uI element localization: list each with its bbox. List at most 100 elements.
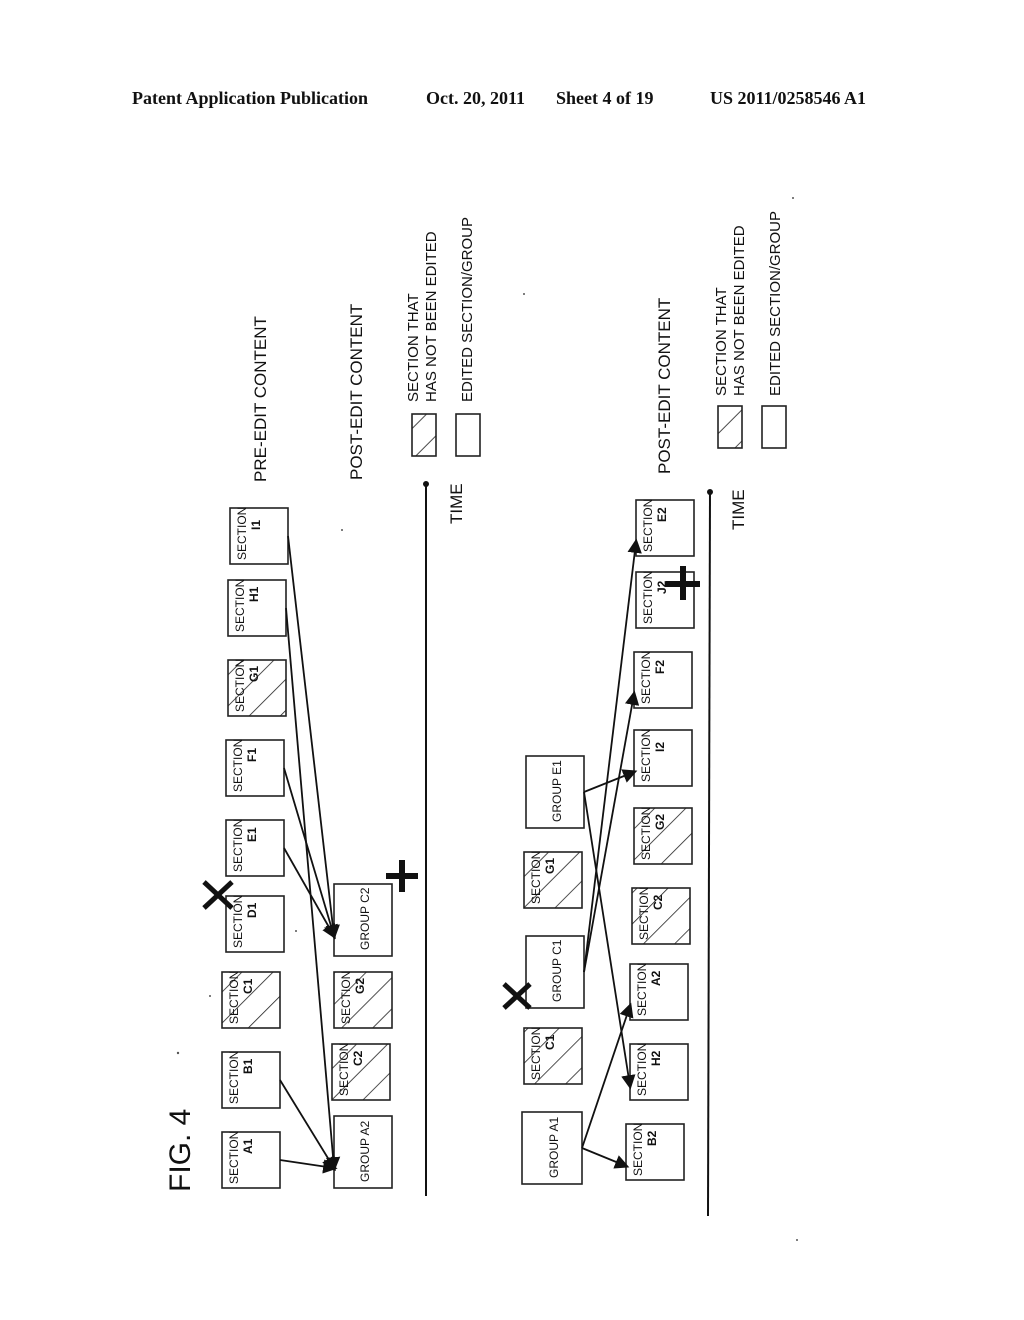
legend-unedited-line1: SECTION THAT: [713, 287, 730, 396]
scan-speck: [523, 293, 525, 295]
box-kind-label: SECTION: [639, 807, 653, 860]
top-pre-edit-title: PRE-EDIT CONTENT: [251, 316, 270, 482]
connection-group-e1-to-i2: [583, 769, 638, 793]
box-id-label: H1: [247, 586, 261, 602]
box-kind-label: SECTION: [231, 739, 245, 792]
top-post-section-c2: SECTION C2: [331, 1043, 391, 1101]
legend-plain-swatch: [761, 405, 787, 449]
connection-b1-to-group-a2: [279, 1079, 336, 1172]
box-id-label: C2: [351, 1050, 365, 1066]
box-id-label: G2: [653, 814, 667, 830]
box-id-label: I1: [249, 520, 263, 530]
top-pre-section-a1: SECTION A1: [221, 1131, 281, 1189]
scan-speck: [295, 930, 297, 932]
box-kind-label: SECTION: [635, 1043, 649, 1096]
top-pre-section-g1: SECTION G1: [227, 659, 287, 717]
top-post-edit-title: POST-EDIT CONTENT: [347, 304, 366, 480]
box-label: GROUP A1: [547, 1117, 561, 1178]
box-label: GROUP A2: [358, 1121, 372, 1182]
scan-speck: [796, 1239, 798, 1241]
top-pre-section-h1: SECTION H1: [227, 579, 287, 637]
top-post-group-a2: GROUP A2: [333, 1115, 393, 1189]
box-kind-label: SECTION: [639, 651, 653, 704]
connection-f1-to-group-c2: [283, 767, 338, 940]
top-legend: SECTION THAT HAS NOT BEEN EDITED EDITED …: [405, 217, 481, 457]
legend-unedited-line2: HAS NOT BEEN EDITED: [731, 225, 748, 396]
legend-hatched-swatch: [717, 405, 743, 449]
bottom-post-section-a2: SECTION A2: [629, 963, 689, 1021]
box-kind-label: SECTION: [227, 1051, 241, 1104]
bottom-connections: [581, 538, 642, 1169]
box-kind-label: SECTION: [233, 579, 247, 632]
scan-speck: [792, 197, 794, 199]
legend-plain-swatch: [455, 413, 481, 457]
box-kind-label: SECTION: [641, 571, 655, 624]
box-kind-label: SECTION: [529, 851, 543, 904]
top-time-axis-arrowhead: [423, 481, 429, 487]
box-id-label: C1: [241, 978, 255, 994]
connection-i1-to-group-c2: [287, 535, 340, 940]
legend-edited-label: EDITED SECTION/GROUP: [767, 211, 784, 396]
top-pre-section-c1: SECTION C1: [221, 971, 281, 1029]
bottom-post-section-i2: SECTION I2: [633, 729, 693, 787]
bottom-legend: SECTION THAT HAS NOT BEEN EDITED EDITED …: [713, 211, 787, 449]
bottom-post-edit-title: POST-EDIT CONTENT: [655, 298, 674, 474]
top-pre-edit-row: SECTION A1SECTION B1SECTION C1SECTION D1SECT…: [221, 507, 289, 1189]
top-post-group-c2: GROUP C2: [333, 883, 393, 957]
box-kind-label: SECTION: [641, 499, 655, 552]
bottom-time-axis-arrowhead: [707, 489, 713, 495]
box-id-label: G1: [543, 858, 557, 874]
box-kind-label: SECTION: [227, 971, 241, 1024]
connection-group-c1-to-e2: [583, 538, 642, 973]
top-deleted-mark-icon: [202, 880, 234, 910]
top-connections: [279, 535, 341, 1174]
scan-speck: [341, 529, 343, 531]
top-pre-section-d1: SECTION D1: [225, 895, 285, 953]
box-id-label: E1: [245, 827, 259, 842]
connection-h1-to-group-a2: [285, 607, 341, 1172]
top-pre-section-e1: SECTION E1: [225, 819, 285, 877]
bottom-time-axis: [707, 489, 711, 1217]
bottom-post-section-b2: SECTION B2: [625, 1123, 685, 1181]
box-id-label: F1: [245, 748, 259, 762]
top-pre-section-f1: SECTION F1: [225, 739, 285, 797]
top-post-edit-row: GROUP A2 SECTION C2 SECTION G2 GROUP C2: [331, 883, 393, 1189]
box-kind-label: SECTION: [637, 887, 651, 940]
connection-e1-to-group-c2: [283, 847, 336, 940]
bottom-pre-group-a1: GROUP A1: [521, 1111, 583, 1185]
box-id-label: C1: [543, 1034, 557, 1050]
box-kind-label: SECTION: [227, 1131, 241, 1184]
bottom-post-section-e2: SECTION E2: [635, 499, 695, 557]
bottom-pre-section-g1: SECTION G1: [523, 851, 583, 909]
scan-speck: [209, 995, 211, 997]
connection-a1-to-group-a2: [279, 1159, 338, 1174]
bottom-pre-group-c1: GROUP C1: [525, 935, 585, 1009]
box-kind-label: SECTION: [639, 729, 653, 782]
box-id-label: B2: [645, 1130, 659, 1146]
box-kind-label: SECTION: [231, 895, 245, 948]
scan-speck: [176, 1051, 180, 1055]
box-id-label: A1: [241, 1138, 255, 1154]
bottom-time-label: TIME: [729, 489, 748, 530]
legend-hatched-swatch: [411, 413, 437, 457]
box-kind-label: SECTION: [631, 1123, 645, 1176]
bottom-pre-group-e1: GROUP E1: [525, 755, 585, 829]
bottom-post-edit-row: SECTION B2SECTION H2SECTION A2SECTION C2SECT…: [625, 499, 695, 1181]
legend-unedited-line2: HAS NOT BEEN EDITED: [423, 231, 440, 402]
box-id-label: H2: [649, 1050, 663, 1066]
legend-edited-label: EDITED SECTION/GROUP: [459, 217, 476, 402]
box-id-label: G2: [353, 978, 367, 994]
box-label: GROUP E1: [550, 760, 564, 822]
connection-group-a1-to-a2: [581, 1002, 634, 1149]
top-pre-section-i1: SECTION I1: [229, 507, 289, 565]
bottom-pre-section-c1: SECTION C1: [523, 1027, 583, 1085]
connection-group-c1-to-f2: [583, 690, 640, 973]
box-label: GROUP C1: [550, 939, 564, 1002]
box-label: GROUP C2: [358, 887, 372, 950]
bottom-pre-edit-row: GROUP A1SECTION C1GROUP C1SECTION G1GROUP …: [521, 755, 585, 1185]
top-post-section-g2: SECTION G2: [333, 971, 393, 1029]
top-pre-section-b1: SECTION B1: [221, 1051, 281, 1109]
box-id-label: B1: [241, 1058, 255, 1074]
connection-group-a1-to-b2: [581, 1147, 630, 1169]
top-time-label: TIME: [447, 483, 466, 524]
